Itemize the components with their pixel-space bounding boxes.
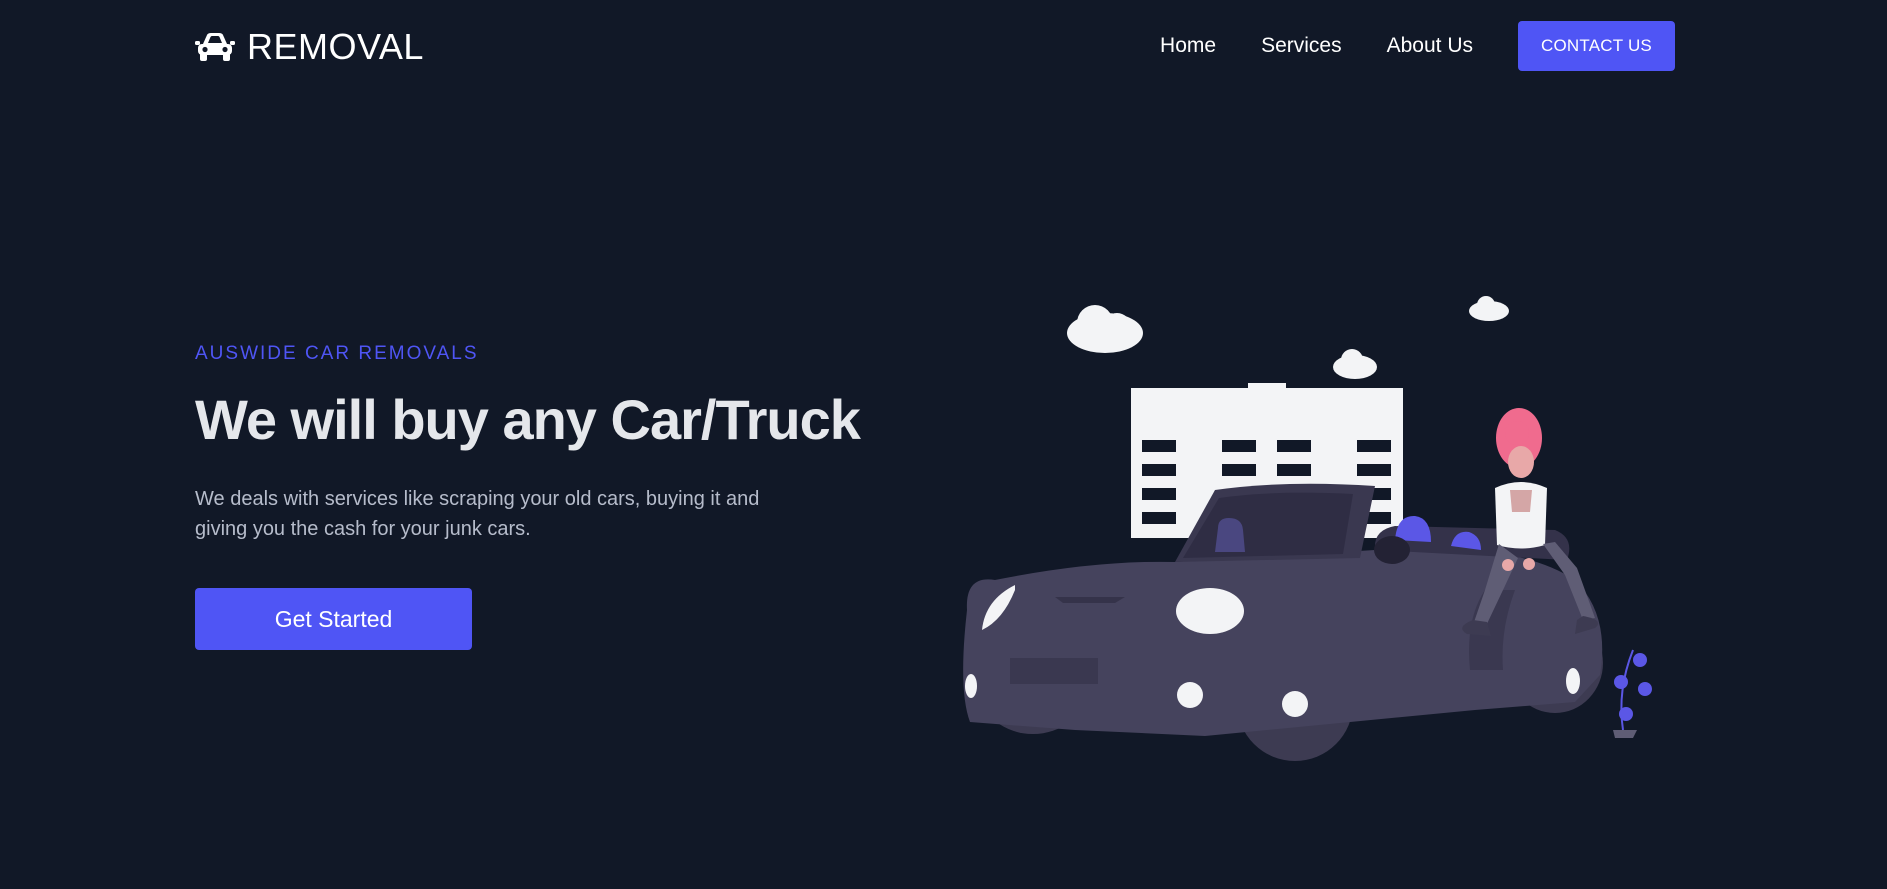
nav-links: Home Services About Us CONTACT US xyxy=(1160,21,1675,71)
hero-headline: We will buy any Car/Truck xyxy=(195,388,861,451)
cloud-icon xyxy=(1469,296,1509,321)
navbar: REMOVAL Home Services About Us CONTACT U… xyxy=(0,0,1887,94)
brand-name: REMOVAL xyxy=(247,26,424,67)
brand-logo[interactable]: REMOVAL xyxy=(195,24,424,70)
cloud-icon xyxy=(1067,305,1143,353)
contact-us-button[interactable]: CONTACT US xyxy=(1518,21,1675,71)
hero-description: We deals with services like scraping you… xyxy=(195,488,760,540)
get-started-button[interactable]: Get Started xyxy=(195,588,472,650)
nav-link-home[interactable]: Home xyxy=(1160,34,1216,58)
hero-eyebrow: AUSWIDE CAR REMOVALS xyxy=(195,343,479,364)
nav-link-services[interactable]: Services xyxy=(1261,34,1342,58)
hero-section: AUSWIDE CAR REMOVALS We will buy any Car… xyxy=(195,343,895,650)
nav-link-about-us[interactable]: About Us xyxy=(1387,34,1473,58)
car-icon xyxy=(195,33,235,61)
cloud-icon xyxy=(1333,349,1377,379)
plant-illustration xyxy=(1613,649,1652,738)
hero-illustration xyxy=(963,296,1652,761)
